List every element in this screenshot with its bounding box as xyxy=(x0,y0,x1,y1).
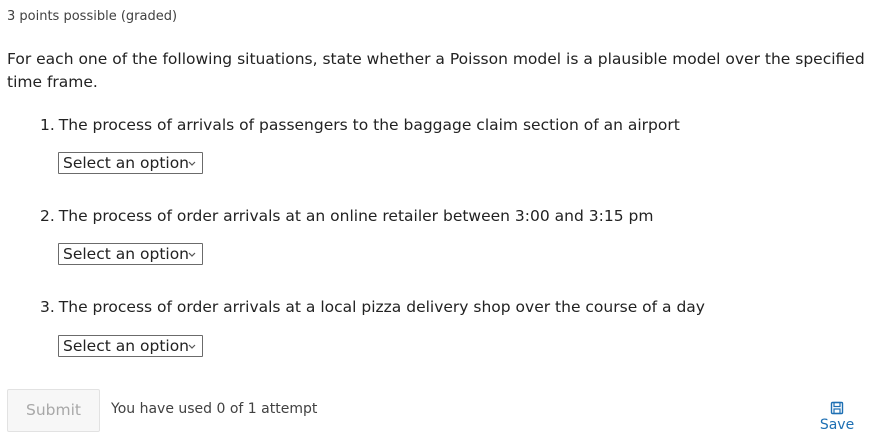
chevron-down-icon xyxy=(188,344,196,349)
question-3-select[interactable]: Select an option xyxy=(58,335,203,357)
select-value: Select an option xyxy=(63,245,190,263)
question-number: 2. xyxy=(40,207,55,225)
floppy-disk-icon xyxy=(830,401,844,415)
submit-button[interactable]: Submit xyxy=(7,389,100,432)
save-label: Save xyxy=(819,417,855,433)
question-1-select[interactable]: Select an option xyxy=(58,152,203,174)
question-text: The process of order arrivals at a local… xyxy=(58,298,705,316)
question-1: 1. The process of arrivals of passengers … xyxy=(40,116,680,134)
save-button[interactable]: Save xyxy=(816,401,858,433)
question-2: 2. The process of order arrivals at an on… xyxy=(40,207,653,225)
question-text: The process of order arrivals at an onli… xyxy=(58,207,654,225)
question-number: 3. xyxy=(40,298,55,316)
points-possible: 3 points possible (graded) xyxy=(7,9,178,24)
question-text: The process of arrivals of passengers to… xyxy=(58,116,680,134)
chevron-down-icon xyxy=(188,161,196,166)
question-2-select[interactable]: Select an option xyxy=(58,243,203,265)
problem-page: 3 points possible (graded) For each one … xyxy=(0,0,869,445)
select-value: Select an option xyxy=(63,337,190,355)
select-value: Select an option xyxy=(63,154,190,172)
chevron-down-icon xyxy=(188,252,196,257)
question-3: 3. The process of order arrivals at a loc… xyxy=(40,298,705,316)
attempts-status: You have used 0 of 1 attempt xyxy=(111,401,318,417)
problem-prompt: For each one of the following situations… xyxy=(7,50,865,91)
question-number: 1. xyxy=(40,116,55,134)
